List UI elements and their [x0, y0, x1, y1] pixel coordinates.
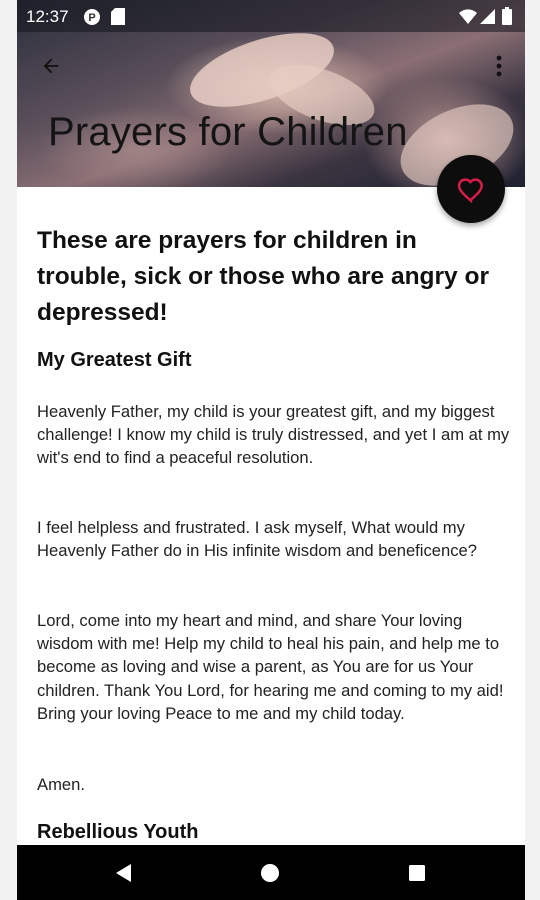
- arrow-left-icon: [43, 58, 59, 74]
- nav-recents-button[interactable]: [401, 857, 433, 889]
- nav-recents-square-icon: [409, 865, 425, 881]
- content-headline: These are prayers for children in troubl…: [37, 227, 489, 326]
- system-navigation-bar: [17, 845, 525, 900]
- app-screen: 12:37 P Prayers for Children These are p…: [17, 0, 525, 900]
- prayer-paragraph: Heavenly Father, my child is your greate…: [37, 402, 510, 468]
- battery-icon: [502, 7, 512, 30]
- nav-back-button[interactable]: [107, 857, 139, 889]
- header-image: 12:37 P Prayers for Children: [17, 0, 525, 187]
- status-time: 12:37: [26, 7, 69, 26]
- sd-card-icon: [111, 8, 125, 30]
- prayer-paragraph: I feel helpless and frustrated. I ask my…: [37, 518, 477, 561]
- signal-icon: [480, 9, 495, 29]
- nav-home-circle-icon: [261, 864, 279, 882]
- prayer-paragraph: Amen.: [37, 775, 85, 794]
- app-notification-icon: P: [83, 8, 101, 31]
- status-bar: 12:37 P: [17, 0, 525, 32]
- section-title-rebellious-youth: Rebellious Youth: [37, 821, 199, 843]
- back-button[interactable]: [35, 50, 67, 82]
- nav-home-button[interactable]: [254, 857, 286, 889]
- more-options-button[interactable]: [487, 50, 511, 82]
- nav-back-triangle-icon: [116, 864, 131, 882]
- wifi-icon: [459, 9, 477, 29]
- more-vert-icon: [496, 55, 502, 77]
- favorite-button[interactable]: [437, 155, 505, 223]
- heart-outline-icon: [457, 178, 483, 203]
- svg-text:P: P: [88, 12, 95, 24]
- prayer-content: These are prayers for children in troubl…: [17, 187, 525, 845]
- section-title-my-greatest-gift: My Greatest Gift: [37, 349, 192, 371]
- prayer-paragraph: Lord, come into my heart and mind, and s…: [37, 611, 504, 723]
- page-title: Prayers for Children: [48, 110, 408, 154]
